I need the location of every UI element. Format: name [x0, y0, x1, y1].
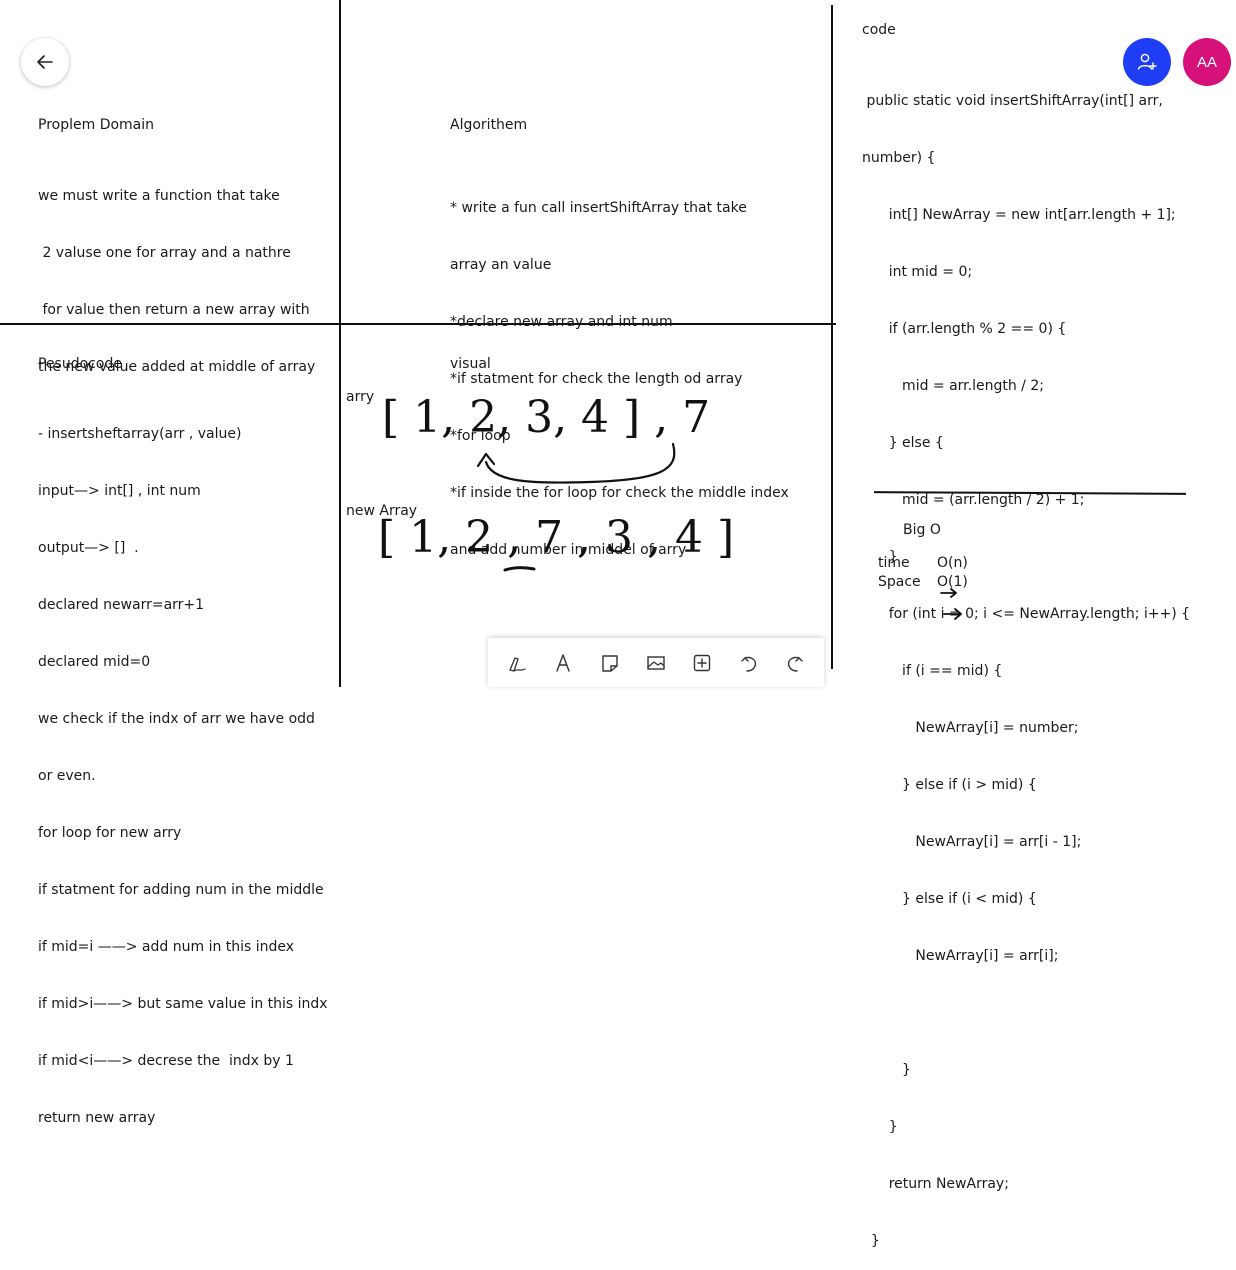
curved-arrow-drawing: [476, 442, 676, 484]
text-icon: [556, 653, 571, 672]
text-line: array an value: [450, 257, 552, 273]
redo-icon: [787, 656, 803, 672]
arrow-right-mark: [940, 588, 962, 620]
code-line: }: [862, 1119, 898, 1135]
space-label: Space: [878, 574, 921, 590]
code-text: public static void insertShiftArray(int[…: [862, 54, 1202, 1270]
code-line: NewArray[i] = arr[i];: [862, 948, 1059, 964]
time-value: O(n): [937, 555, 968, 571]
text-line: if mid<i——> decrese the indx by 1: [38, 1053, 294, 1069]
code-line: } else if (i < mid) {: [862, 891, 1037, 907]
arry-drawing: [ 1, 2, 3, 4 ] , 7: [382, 392, 711, 443]
code-line: mid = (arr.length / 2) + 1;: [862, 492, 1085, 508]
text-line: - insertsheftarray(arr , value): [38, 426, 242, 442]
text-line: * write a fun call insertShiftArray that…: [450, 200, 747, 216]
visual-title: visual: [450, 356, 491, 372]
code-line: if (i == mid) {: [862, 663, 1003, 679]
big-o-title: Big O: [903, 522, 941, 538]
pen-tool-button[interactable]: [502, 648, 532, 678]
text-line: for loop for new arry: [38, 825, 182, 841]
text-tool-button[interactable]: [548, 648, 578, 678]
undo-button[interactable]: [734, 648, 764, 678]
image-tool-button[interactable]: [641, 648, 671, 678]
new-array-drawing: [ 1, 2 , 7 , 3 , 4 ]: [378, 512, 735, 563]
drawing-toolbar: [488, 638, 824, 687]
code-line: number) {: [862, 150, 936, 166]
text-line: declared newarr=arr+1: [38, 597, 205, 613]
text-line: we check if the indx of arr we have odd: [38, 711, 315, 727]
note-icon: [602, 654, 618, 672]
code-line: if (arr.length % 2 == 0) {: [862, 321, 1067, 337]
arry-label: arry: [346, 389, 375, 405]
note-tool-button[interactable]: [595, 648, 625, 678]
time-label: time: [878, 555, 910, 571]
code-line: int mid = 0;: [862, 264, 973, 280]
text-line: declared mid=0: [38, 654, 151, 670]
code-line: } else {: [862, 435, 944, 451]
text-line: we must write a function that take: [38, 188, 280, 204]
text-line: output—> [] .: [38, 540, 139, 556]
code-line: }: [862, 549, 898, 565]
code-line: public static void insertShiftArray(int[…: [862, 93, 1163, 109]
text-line: for value then return a new array with: [38, 302, 310, 318]
image-icon: [647, 655, 665, 670]
code-line: }: [862, 1233, 880, 1249]
add-icon: [694, 654, 711, 671]
text-line: if mid=i ——> add num in this index: [38, 939, 295, 955]
code-line: return NewArray;: [862, 1176, 1009, 1192]
code-line: NewArray[i] = arr[i - 1];: [862, 834, 1082, 850]
add-tool-button[interactable]: [687, 648, 717, 678]
code-line: NewArray[i] = number;: [862, 720, 1079, 736]
code-line: mid = arr.length / 2;: [862, 378, 1044, 394]
text-line: if statment for adding num in the middle: [38, 882, 324, 898]
back-button[interactable]: [21, 38, 69, 86]
divider-vertical-right: [831, 5, 833, 669]
text-line: *declare new array and int num: [450, 314, 673, 330]
undo-icon: [740, 656, 756, 672]
problem-domain-title: Proplem Domain: [38, 117, 155, 133]
invite-button[interactable]: [1123, 38, 1171, 86]
code-line: }: [862, 1062, 911, 1078]
text-line: return new array: [38, 1110, 156, 1126]
algorithm-title: Algorithem: [450, 117, 528, 133]
code-line: for (int i = 0; i <= NewArray.length; i+…: [862, 606, 1191, 622]
code-line: } else if (i > mid) {: [862, 777, 1037, 793]
text-line: 2 valuse one for array and a nathre: [38, 245, 291, 261]
arrow-left-icon: [37, 55, 53, 69]
text-line: *if statment for check the length od arr…: [450, 371, 743, 387]
text-line: if mid>i——> but same value in this indx: [38, 996, 328, 1012]
code-line: int[] NewArray = new int[arr.length + 1]…: [862, 207, 1176, 223]
pen-icon: [509, 656, 526, 672]
pseudocode-text: - insertsheftarray(arr , value) input—> …: [38, 387, 328, 1147]
pseudocode-title: Pesudocode: [38, 356, 122, 372]
code-title: code: [862, 22, 896, 38]
text-line: or even.: [38, 768, 96, 784]
underline-mark: [503, 566, 536, 572]
divider-vertical-left: [339, 0, 341, 687]
text-line: input—> int[] , int num: [38, 483, 201, 499]
add-person-icon: [1137, 53, 1157, 70]
redo-button[interactable]: [780, 648, 810, 678]
user-avatar[interactable]: AA: [1183, 38, 1231, 86]
